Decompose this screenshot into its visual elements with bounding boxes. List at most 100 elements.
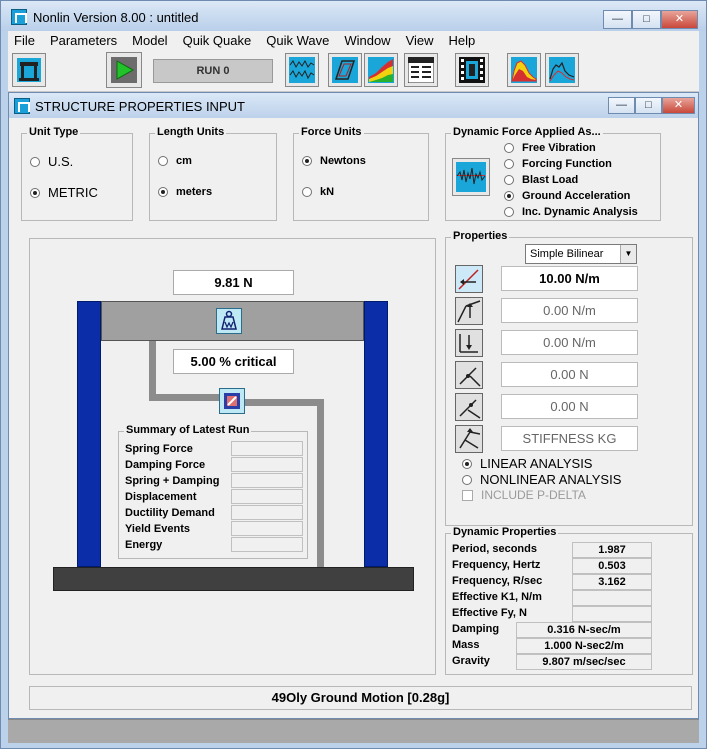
k2-button[interactable] xyxy=(455,297,483,325)
window-title: Nonlin Version 8.00 : untitled xyxy=(33,10,199,25)
summary-value-cell xyxy=(231,457,303,472)
radio-ground-acceleration[interactable]: Ground Acceleration xyxy=(504,190,630,202)
minimize-button[interactable]: — xyxy=(603,10,632,29)
menu-help[interactable]: Help xyxy=(443,33,482,48)
results-button[interactable] xyxy=(404,53,438,87)
ground-motion-icon xyxy=(456,162,486,192)
response-spectrum-button[interactable] xyxy=(507,53,541,87)
effective-k1-label: Effective K1, N/m xyxy=(452,591,542,603)
summary-value-cell xyxy=(231,521,303,536)
animation-button[interactable] xyxy=(455,53,489,87)
damping-label: Damping xyxy=(452,623,500,635)
include-pdelta-checkbox[interactable]: INCLUDE P-DELTA xyxy=(462,488,586,502)
menu-quik-quake[interactable]: Quik Quake xyxy=(177,33,258,48)
energy-chart-icon xyxy=(368,57,394,83)
menu-model[interactable]: Model xyxy=(126,33,173,48)
time-history-button[interactable] xyxy=(285,53,319,87)
properties-label: Properties xyxy=(451,230,510,242)
frame-icon xyxy=(17,58,41,82)
radio-nonlinear-analysis[interactable]: NONLINEAR ANALYSIS xyxy=(462,472,621,487)
yield-neg-button[interactable] xyxy=(455,393,483,421)
dynamic-properties-label: Dynamic Properties xyxy=(451,526,559,538)
energy-button[interactable] xyxy=(364,53,398,87)
radio-inc-dynamic-analysis-dot xyxy=(504,207,514,217)
force-units-label: Force Units xyxy=(299,126,364,138)
length-units-label: Length Units xyxy=(155,126,227,138)
summary-value-cell xyxy=(231,537,303,552)
radio-meters-label: meters xyxy=(176,186,213,198)
summary-value-cell xyxy=(231,505,303,520)
k1-button[interactable] xyxy=(455,265,483,293)
weight-icon xyxy=(221,310,237,330)
radio-inc-dynamic-analysis[interactable]: Inc. Dynamic Analysis xyxy=(504,206,638,218)
fourier-spectrum-button[interactable] xyxy=(545,53,579,87)
radio-cm[interactable]: cm xyxy=(158,155,192,167)
stiffness-kg-field[interactable]: STIFFNESS KG xyxy=(501,426,638,451)
child-maximize-button[interactable]: □ xyxy=(635,97,662,114)
frequency-rsec-value: 3.162 xyxy=(572,574,652,590)
radio-linear-analysis[interactable]: LINEAR ANALYSIS xyxy=(462,456,592,471)
radio-newtons[interactable]: Newtons xyxy=(302,155,366,167)
menu-quik-wave[interactable]: Quik Wave xyxy=(260,33,335,48)
properties-group: Properties Simple Bilinear ▼ 10.00 N/m 0… xyxy=(445,230,693,526)
child-close-button[interactable]: ✕ xyxy=(662,97,695,114)
frequency-hertz-value: 0.503 xyxy=(572,558,652,574)
summary-yield-events: Yield Events xyxy=(125,523,191,535)
spectrum-icon xyxy=(511,57,537,83)
k1-field[interactable]: 10.00 N/m xyxy=(501,266,638,291)
left-column xyxy=(77,301,101,567)
status-bar: 49Oly Ground Motion [0.28g] xyxy=(29,686,692,710)
k3-button[interactable] xyxy=(455,329,483,357)
radio-kn[interactable]: kN xyxy=(302,186,334,198)
radio-meters[interactable]: meters xyxy=(158,186,212,198)
structure-button[interactable] xyxy=(12,53,46,87)
summary-ductility-demand: Ductility Demand xyxy=(125,507,215,519)
waveform-icon xyxy=(289,57,315,83)
dynamic-force-edit-button[interactable] xyxy=(452,158,490,196)
damping-field[interactable]: 5.00 % critical xyxy=(173,349,294,374)
radio-blast-load[interactable]: Blast Load xyxy=(504,174,578,186)
yield-pos-field[interactable]: 0.00 N xyxy=(501,362,638,387)
radio-us[interactable]: U.S. xyxy=(30,154,73,169)
geometric-stiffness-icon xyxy=(459,428,481,449)
child-minimize-button[interactable]: — xyxy=(608,97,635,114)
damper-button[interactable] xyxy=(219,388,245,414)
stiffness-kg-button[interactable] xyxy=(455,425,483,453)
damper-wire-down xyxy=(317,399,324,567)
right-column xyxy=(364,301,388,567)
pdelta-checkbox-box xyxy=(462,489,473,501)
radio-free-vibration[interactable]: Free Vibration xyxy=(504,142,596,154)
hysteresis-button[interactable] xyxy=(328,53,362,87)
model-select[interactable]: Simple Bilinear ▼ xyxy=(525,244,637,264)
radio-metric[interactable]: METRIC xyxy=(30,185,98,200)
radio-blast-load-dot xyxy=(504,175,514,185)
k3-field[interactable]: 0.00 N/m xyxy=(501,330,638,355)
radio-forcing-function[interactable]: Forcing Function xyxy=(504,158,612,170)
k2-field[interactable]: 0.00 N/m xyxy=(501,298,638,323)
menu-window[interactable]: Window xyxy=(338,33,396,48)
radio-nonlinear-analysis-dot xyxy=(462,474,472,485)
mass-button[interactable] xyxy=(216,308,242,334)
structure-drawing-panel: 9.81 N 5.00 % critical Summary of Latest… xyxy=(29,238,436,675)
ground-slab xyxy=(53,567,414,591)
summary-group: Summary of Latest Run Spring Force Dampi… xyxy=(118,424,308,559)
menu-view[interactable]: View xyxy=(400,33,440,48)
run-button[interactable] xyxy=(106,52,142,88)
menu-bar: File Parameters Model Quik Quake Quik Wa… xyxy=(8,31,699,50)
weight-field[interactable]: 9.81 N xyxy=(173,270,294,295)
radio-us-label: U.S. xyxy=(48,154,74,169)
radio-cm-label: cm xyxy=(176,155,192,167)
maximize-button[interactable]: □ xyxy=(632,10,661,29)
unit-type-label: Unit Type xyxy=(27,126,81,138)
menu-file[interactable]: File xyxy=(8,33,41,48)
radio-ground-acceleration-dot xyxy=(504,191,514,201)
menu-parameters[interactable]: Parameters xyxy=(44,33,123,48)
radio-metric-dot xyxy=(30,187,40,198)
radio-linear-analysis-label: LINEAR ANALYSIS xyxy=(480,456,593,471)
dynamic-properties-group: Dynamic Properties Period, seconds Frequ… xyxy=(445,526,693,675)
dynamic-force-group: Dynamic Force Applied As... Free Vibrati… xyxy=(445,126,661,221)
pdelta-checkbox-label: INCLUDE P-DELTA xyxy=(481,488,586,502)
yield-neg-field[interactable]: 0.00 N xyxy=(501,394,638,419)
close-button[interactable]: ✕ xyxy=(661,10,698,29)
yield-pos-button[interactable] xyxy=(455,361,483,389)
